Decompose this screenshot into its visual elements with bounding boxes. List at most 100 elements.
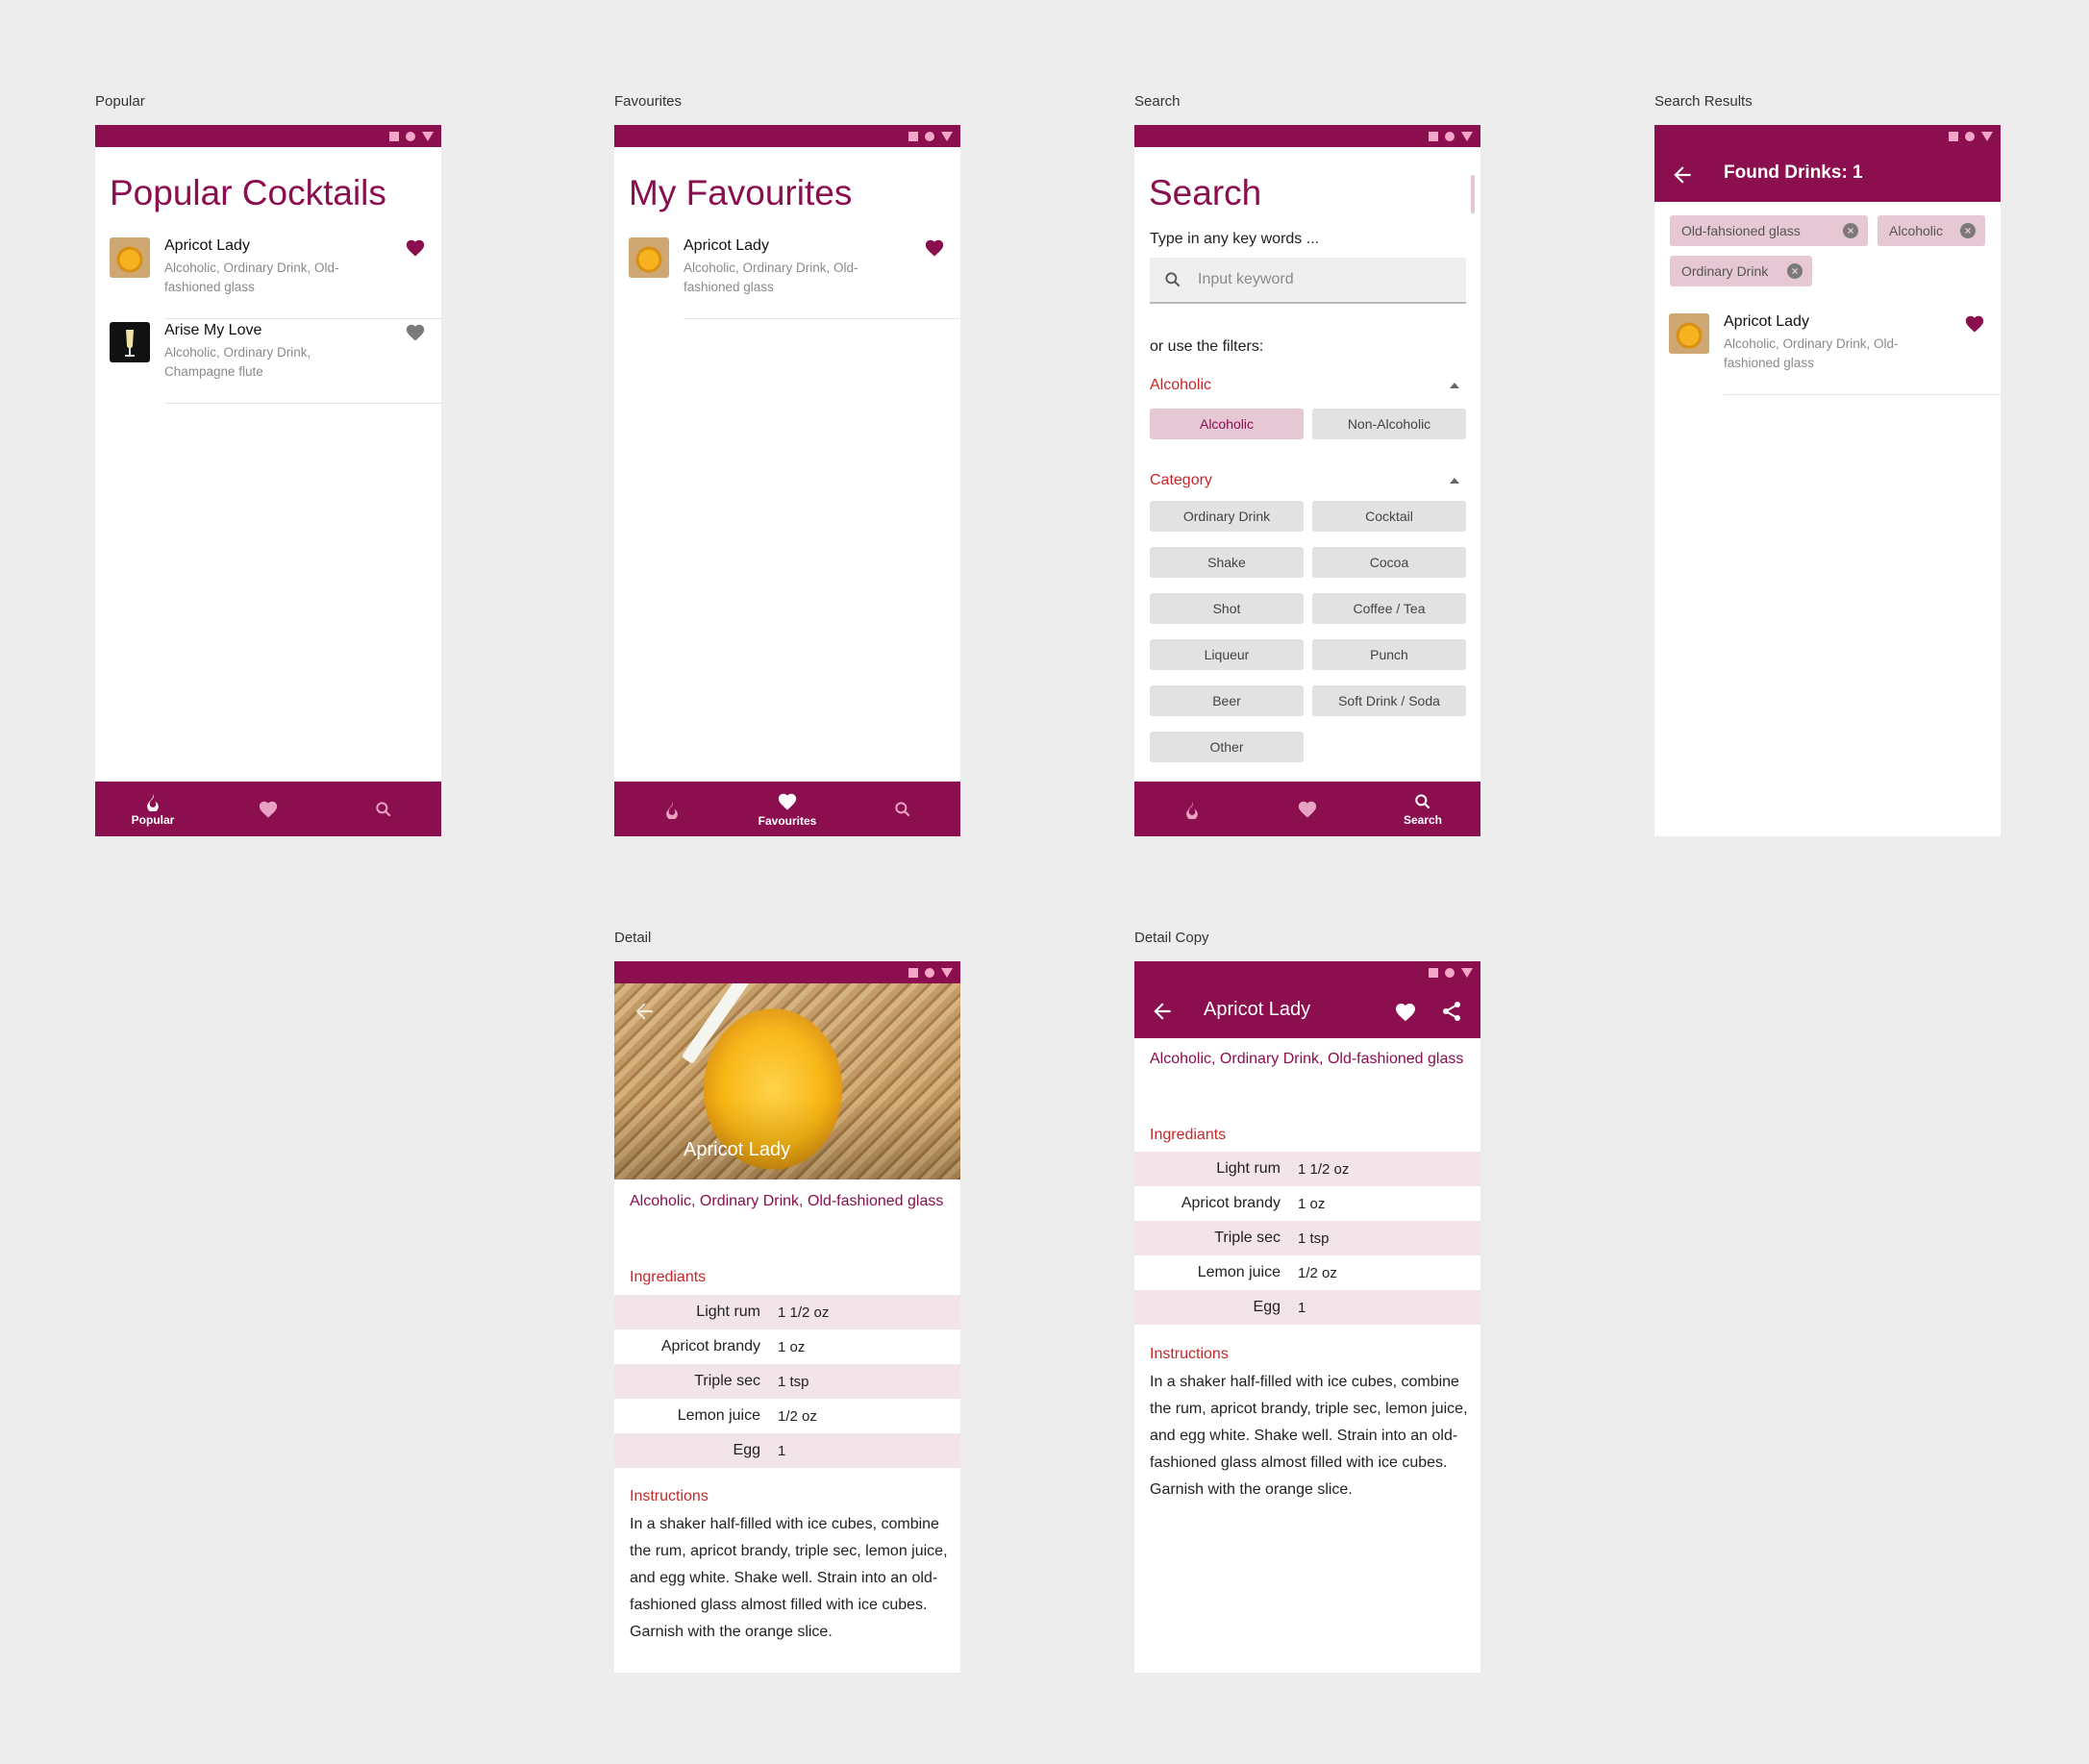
list-item[interactable]: Apricot Lady Alcoholic, Ordinary Drink, … [629,237,960,320]
remove-chip-icon[interactable]: × [1787,263,1803,279]
status-bar [614,961,960,983]
scrollbar[interactable] [1471,175,1475,213]
divider [164,403,441,404]
frame-label-detail-copy: Detail Copy [1134,930,1209,946]
list-item[interactable]: Apricot Lady Alcoholic, Ordinary Drink, … [110,237,441,320]
ingredient-measure: 1 tsp [1298,1230,1330,1247]
active-filter-chip[interactable]: Alcoholic × [1878,215,1985,246]
frame-label-search-results: Search Results [1654,93,1753,110]
search-icon [376,801,391,816]
ingredient-name: Apricot brandy [1181,1195,1281,1211]
ingredient-name: Egg [733,1442,760,1458]
drink-name: Apricot Lady [684,1139,791,1160]
category-chip[interactable]: Punch [1312,639,1466,670]
category-chip[interactable]: Other [1150,732,1304,762]
category-chip[interactable]: Beer [1150,685,1304,716]
favourite-heart-icon[interactable] [1964,313,1985,335]
status-square-icon [389,131,399,141]
favourite-heart-icon[interactable] [405,322,426,343]
search-results-screen: Found Drinks: 1 Old-fahsioned glass × Al… [1654,125,2001,836]
table-row: Apricot brandy 1 oz [1134,1186,1480,1221]
ingredient-measure: 1 [778,1442,786,1459]
ingredient-measure: 1 oz [778,1338,806,1355]
item-title: Apricot Lady [164,237,250,254]
search-field[interactable] [1150,258,1466,304]
nav-search[interactable] [326,782,441,836]
ingredients-table: Light rum 1 1/2 oz Apricot brandy 1 oz Tri… [1134,1152,1480,1325]
category-chip[interactable]: Shake [1150,547,1304,578]
nav-search[interactable]: Search [1365,782,1480,836]
ingredient-name: Light rum [1216,1160,1281,1177]
instructions-header: Instructions [630,1488,709,1504]
favourite-heart-icon[interactable] [924,237,945,259]
table-row: Light rum 1 1/2 oz [614,1295,960,1329]
category-section-header[interactable]: Category [1150,472,1467,489]
list-item[interactable]: Arise My Love Alcoholic, Ordinary Drink,… [110,322,441,405]
ingredients-header: Ingrediants [630,1269,707,1285]
status-triangle-icon [422,131,434,141]
filter-chip-non-alcoholic[interactable]: Non-Alcoholic [1312,409,1466,439]
drink-tags: Alcoholic, Ordinary Drink, Old-fashioned… [630,1193,944,1209]
item-subtitle: Alcoholic, Ordinary Drink, Old-fashioned… [1724,336,1899,370]
remove-chip-icon[interactable]: × [1960,223,1976,238]
category-chip[interactable]: Shot [1150,593,1304,624]
status-triangle-icon [1981,131,1993,141]
drink-thumbnail [1669,313,1709,354]
drink-tags: Alcoholic, Ordinary Drink, Old-fashioned… [1150,1051,1464,1067]
ingredient-name: Lemon juice [1197,1264,1281,1280]
back-arrow-icon[interactable] [1670,162,1695,187]
favourite-heart-icon[interactable] [1394,1001,1417,1024]
remove-chip-icon[interactable]: × [1843,223,1858,238]
table-row: Triple sec 1 tsp [1134,1221,1480,1255]
search-icon [1165,272,1181,287]
category-chip[interactable]: Cocoa [1312,547,1466,578]
ingredients-header: Ingrediants [1150,1127,1227,1143]
status-circle-icon [1445,131,1455,141]
collapse-caret-icon[interactable] [1450,383,1459,388]
ingredient-measure: 1 [1298,1299,1306,1316]
section-title: Category [1150,472,1212,488]
category-chip[interactable]: Soft Drink / Soda [1312,685,1466,716]
nav-popular[interactable] [1134,782,1250,836]
nav-popular[interactable]: Popular [95,782,211,836]
bottom-navigation: Favourites [614,782,960,836]
category-chip[interactable]: Ordinary Drink [1150,501,1304,532]
nav-label: Popular [131,812,175,827]
divider [1724,394,2001,395]
share-icon[interactable] [1440,1000,1463,1023]
frame-label-favourites: Favourites [614,93,683,110]
status-square-icon [1429,967,1438,978]
status-triangle-icon [1461,967,1473,978]
status-triangle-icon [1461,131,1473,141]
search-input[interactable] [1196,267,1450,292]
nav-favourites[interactable]: Favourites [730,782,845,836]
chip-label: Alcoholic [1889,223,1944,238]
active-filter-chip[interactable]: Ordinary Drink × [1670,256,1812,286]
page-title: Search [1149,173,1262,212]
category-chip[interactable]: Coffee / Tea [1312,593,1466,624]
status-circle-icon [925,131,934,141]
status-square-icon [1429,131,1438,141]
nav-favourites[interactable] [211,782,326,836]
fire-icon [147,793,159,811]
category-chip[interactable]: Liqueur [1150,639,1304,670]
item-title: Arise My Love [164,322,262,338]
table-row: Light rum 1 1/2 oz [1134,1152,1480,1186]
item-title: Apricot Lady [1724,313,1809,330]
collapse-caret-icon[interactable] [1450,478,1459,484]
table-row: Lemon juice 1/2 oz [1134,1255,1480,1290]
nav-favourites[interactable] [1250,782,1365,836]
nav-popular[interactable] [614,782,730,836]
filter-chip-alcoholic[interactable]: Alcoholic [1150,409,1304,439]
back-arrow-icon[interactable] [1150,999,1175,1024]
detail-copy-screen: Apricot Lady Alcoholic, Ordinary Drink, … [1134,961,1480,1673]
list-item[interactable]: Apricot Lady Alcoholic, Ordinary Drink, … [1669,313,2001,396]
category-chip[interactable]: Cocktail [1312,501,1466,532]
back-arrow-icon[interactable] [632,999,657,1024]
nav-search[interactable] [845,782,960,836]
heart-icon [259,801,278,818]
active-filter-chip[interactable]: Old-fahsioned glass × [1670,215,1868,246]
favourite-heart-icon[interactable] [405,237,426,259]
results-title: Found Drinks: 1 [1724,162,1863,183]
alcoholic-section-header[interactable]: Alcoholic [1150,377,1467,394]
